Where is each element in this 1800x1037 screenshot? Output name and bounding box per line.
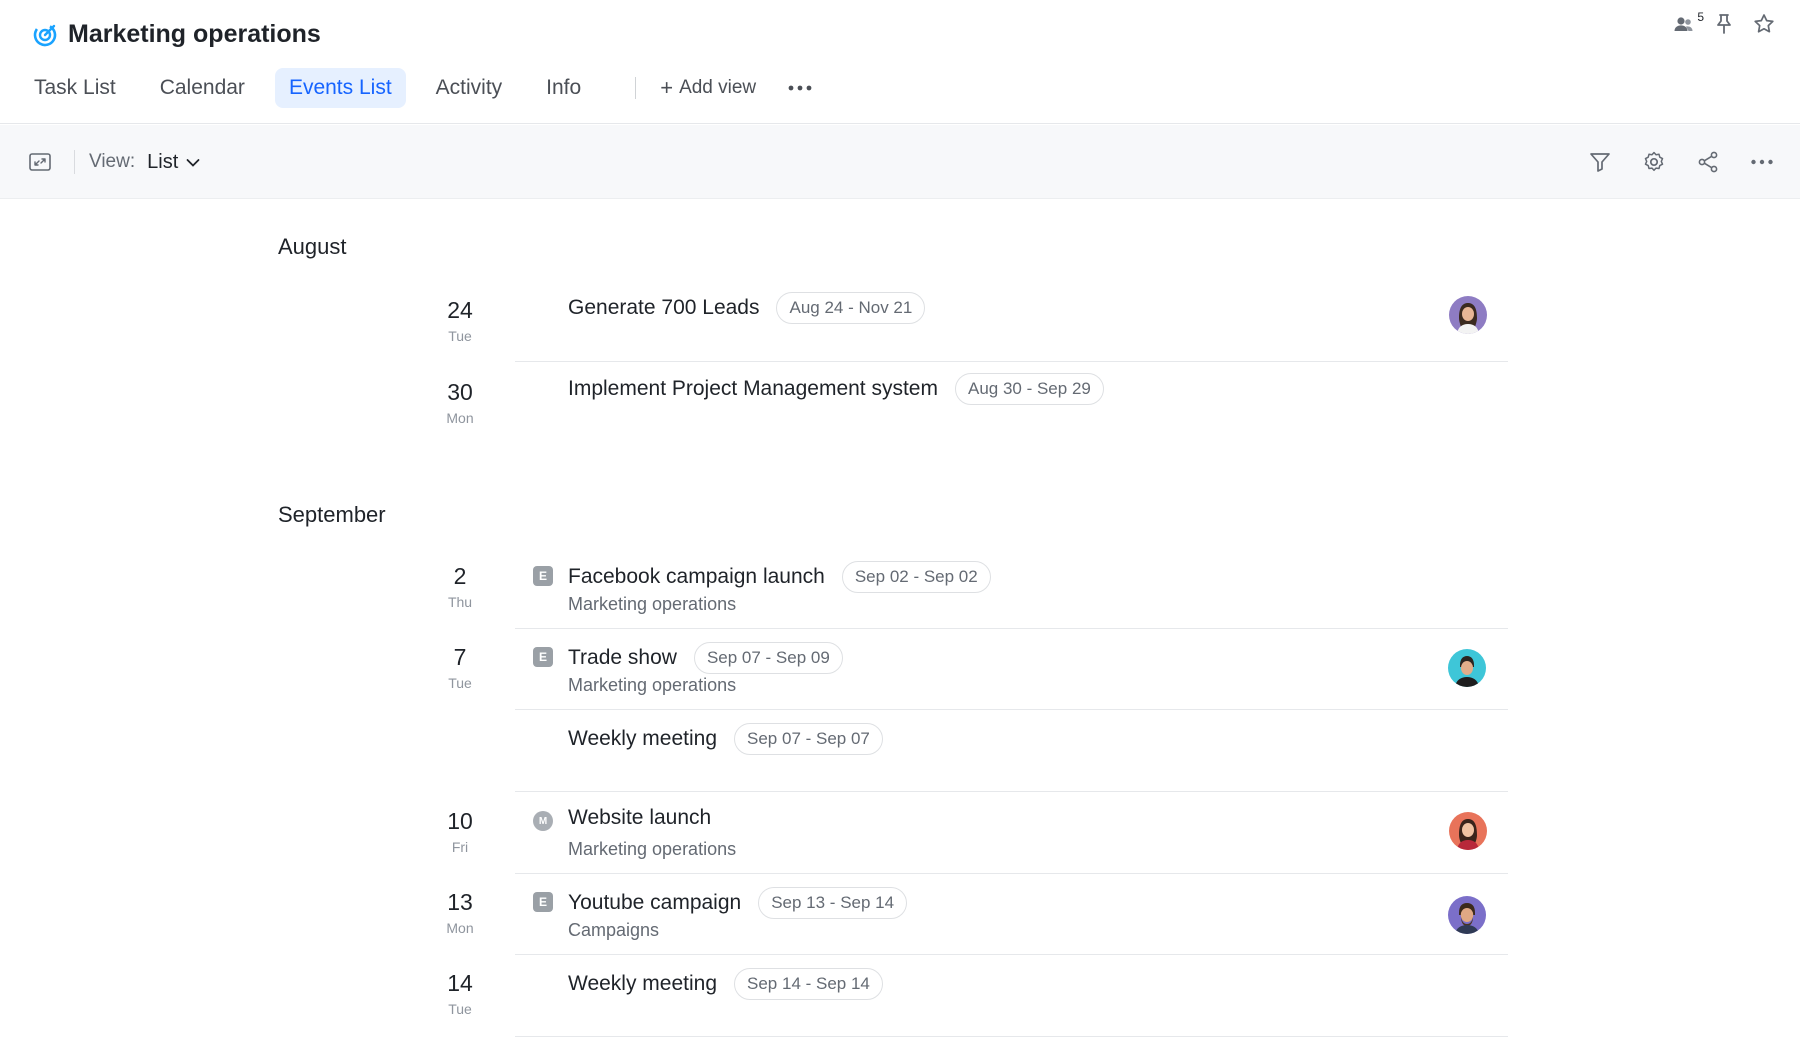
star-icon[interactable]: [1752, 12, 1776, 36]
view-select-value: List: [147, 150, 179, 173]
event-title[interactable]: Generate 700 Leads: [568, 296, 759, 320]
tab-task-list[interactable]: Task List: [20, 68, 130, 108]
row-divider: [515, 628, 1508, 629]
day-label: 14 Tue: [430, 969, 490, 1017]
filter-icon[interactable]: [1588, 150, 1612, 174]
view-select[interactable]: List: [147, 151, 200, 174]
date-range-badge: Sep 14 - Sep 14: [734, 968, 883, 1000]
plus-icon: +: [660, 75, 674, 100]
tab-calendar[interactable]: Calendar: [146, 68, 259, 108]
date-range-badge: Aug 30 - Sep 29: [954, 373, 1104, 405]
event-project: Marketing operations: [568, 675, 737, 695]
view-toolbar: View: List: [0, 125, 1800, 199]
event-type-icon: E: [533, 566, 553, 586]
event-type-icon: E: [533, 647, 553, 667]
event-title-group: Implement Project Management system Aug …: [568, 373, 1104, 405]
event-title[interactable]: Implement Project Management system: [568, 377, 938, 401]
more-horizontal-icon[interactable]: [1750, 150, 1774, 174]
day-weekday: Mon: [446, 920, 474, 936]
day-weekday: Mon: [446, 410, 474, 426]
avatar[interactable]: [1449, 296, 1487, 334]
event-title[interactable]: Facebook campaign launch: [568, 565, 825, 589]
event-title-group: Youtube campaign Sep 13 - Sep 14: [568, 887, 908, 919]
event-title-group: Generate 700 Leads Aug 24 - Nov 21: [568, 292, 926, 324]
day-label: 2 Thu: [430, 562, 490, 610]
event-title-group: Weekly meeting Sep 14 - Sep 14: [568, 968, 883, 1000]
tab-info[interactable]: Info: [532, 68, 595, 108]
avatar[interactable]: [1448, 896, 1486, 934]
view-label: View:: [89, 151, 136, 172]
add-view-label: Add view: [679, 77, 757, 98]
expand-icon[interactable]: [28, 150, 52, 174]
pin-icon[interactable]: [1712, 12, 1736, 36]
day-label: 30 Mon: [430, 378, 490, 426]
day-weekday: Tue: [448, 1001, 472, 1017]
month-heading: August: [278, 234, 347, 259]
tabs-divider: [635, 77, 637, 99]
day-weekday: Tue: [448, 675, 472, 691]
events-list: August 24 Tue Generate 700 Leads Aug 24 …: [0, 200, 1800, 1037]
event-title[interactable]: Weekly meeting: [568, 972, 717, 996]
event-title-group: Website launch: [568, 806, 711, 830]
view-tabs: Task List Calendar Events List Activity …: [20, 68, 814, 108]
event-project: Marketing operations: [568, 594, 737, 614]
more-horizontal-icon[interactable]: [786, 76, 814, 100]
target-icon: [32, 22, 58, 48]
event-title-group: Weekly meeting Sep 07 - Sep 07: [568, 723, 883, 755]
toolbar-left: View: List: [28, 125, 200, 199]
row-divider: [515, 873, 1508, 874]
day-label: 24 Tue: [430, 296, 490, 344]
toolbar-divider: [74, 150, 75, 174]
day-number: 10: [447, 808, 473, 834]
date-range-badge: Sep 07 - Sep 07: [734, 723, 883, 755]
event-title[interactable]: Weekly meeting: [568, 727, 717, 751]
day-label: 13 Mon: [430, 888, 490, 936]
members-icon[interactable]: 5: [1672, 10, 1704, 36]
day-number: 7: [453, 644, 467, 670]
event-title-group: Trade show Sep 07 - Sep 09: [568, 642, 843, 674]
row-divider: [515, 361, 1508, 362]
date-range-badge: Sep 02 - Sep 02: [841, 561, 991, 593]
day-label: 10 Fri: [430, 807, 490, 855]
chevron-down-icon: [186, 151, 200, 174]
day-number: 2: [453, 563, 467, 589]
day-number: 13: [447, 889, 473, 915]
event-title[interactable]: Trade show: [568, 646, 677, 670]
tab-events-list[interactable]: Events List: [274, 68, 406, 108]
members-count: 5: [1697, 10, 1704, 24]
event-title[interactable]: Youtube campaign: [568, 891, 741, 915]
event-title-group: Facebook campaign launch Sep 02 - Sep 02: [568, 561, 991, 593]
event-project: Marketing operations: [568, 839, 737, 859]
row-divider: [515, 709, 1508, 710]
day-label: 7 Tue: [430, 643, 490, 691]
date-range-badge: Aug 24 - Nov 21: [776, 292, 926, 324]
page-title: Marketing operations: [32, 20, 321, 49]
event-type-icon: E: [533, 892, 553, 912]
date-range-badge: Sep 13 - Sep 14: [758, 887, 908, 919]
project-title: Marketing operations: [68, 20, 321, 48]
tab-activity[interactable]: Activity: [422, 68, 517, 108]
day-number: 14: [447, 970, 473, 996]
settings-icon[interactable]: [1642, 150, 1666, 174]
event-title[interactable]: Website launch: [568, 806, 711, 830]
row-divider: [515, 954, 1508, 955]
day-number: 24: [447, 297, 473, 323]
event-project: Campaigns: [568, 920, 660, 940]
project-header: Marketing operations 5 Task List Calenda…: [0, 0, 1800, 124]
avatar[interactable]: [1449, 812, 1487, 850]
row-divider: [515, 791, 1508, 792]
day-weekday: Tue: [448, 328, 472, 344]
day-weekday: Fri: [451, 839, 469, 855]
header-actions: 5: [1672, 10, 1776, 36]
date-range-badge: Sep 07 - Sep 09: [693, 642, 843, 674]
day-number: 30: [447, 379, 473, 405]
month-heading: September: [278, 502, 386, 527]
toolbar-right: [1588, 125, 1774, 199]
add-view-button[interactable]: + Add view: [656, 69, 760, 107]
day-weekday: Thu: [447, 594, 473, 610]
share-icon[interactable]: [1696, 150, 1720, 174]
milestone-icon: M: [533, 811, 553, 831]
avatar[interactable]: [1448, 649, 1486, 687]
